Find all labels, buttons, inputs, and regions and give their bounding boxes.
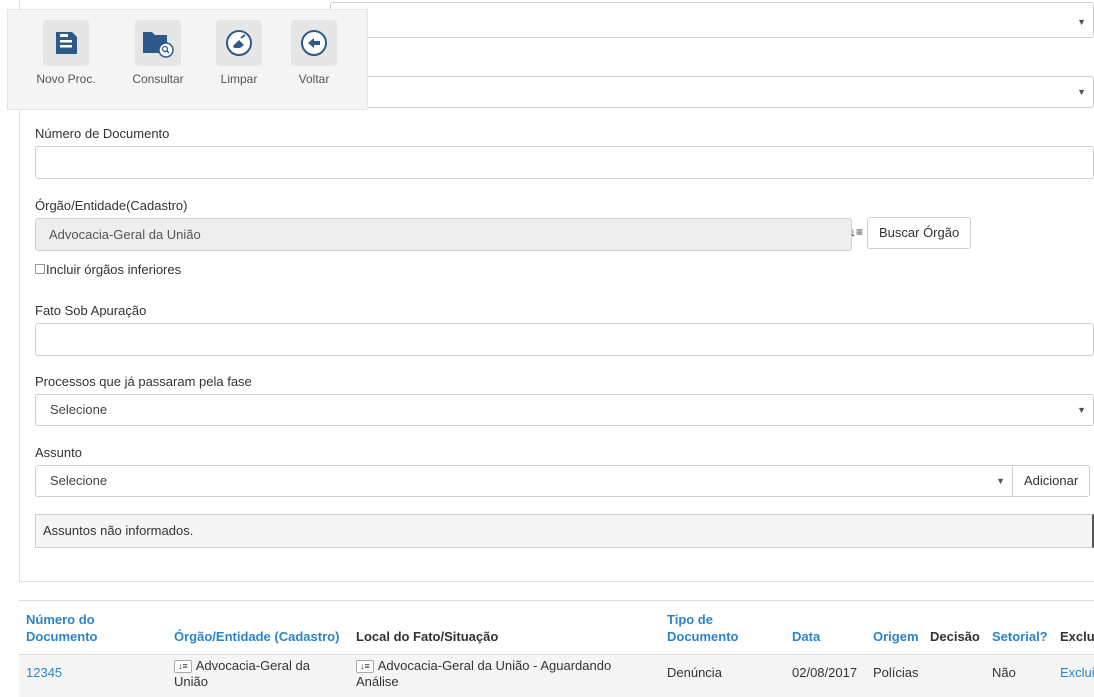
chevron-down-icon: ▼ (1077, 405, 1086, 415)
consult-label: Consultar (132, 72, 184, 86)
save-icon (43, 20, 89, 66)
new-process-label: Novo Proc. (36, 72, 96, 86)
consult-button[interactable]: Consultar (123, 20, 193, 86)
document-number-label: Número de Documento (35, 126, 170, 141)
results-table: Número do Documento Órgão/Entidade (Cada… (19, 600, 1094, 697)
clear-button[interactable]: Limpar (204, 20, 274, 86)
clear-label: Limpar (220, 72, 258, 86)
row-location: ↓≡ Advocacia-Geral da União - Aguardando … (356, 658, 626, 690)
subject-select[interactable]: Selecione ▼ (35, 465, 1013, 497)
row-origin: Polícias (873, 665, 919, 680)
add-subject-button[interactable]: Adicionar (1012, 465, 1091, 497)
back-button[interactable]: Voltar (279, 20, 349, 86)
header-decision: Decisão (930, 629, 980, 644)
fact-input[interactable] (35, 323, 1094, 356)
new-process-button[interactable]: Novo Proc. (31, 20, 101, 86)
back-arrow-icon (291, 20, 337, 66)
chevron-down-icon: ▼ (996, 476, 1005, 486)
row-sectoral: Não (992, 665, 1016, 680)
table-row: 12345 ↓≡ Advocacia-Geral da União ↓≡ Advoc… (19, 654, 1094, 697)
phase-label: Processos que já passaram pela fase (35, 374, 252, 389)
header-sectoral[interactable]: Setorial? (992, 628, 1048, 645)
row-document-number-link[interactable]: 12345 (26, 665, 62, 681)
document-number-input[interactable] (35, 146, 1094, 179)
row-document-type: Denúncia (667, 665, 722, 680)
include-lower-agencies-checkbox[interactable] (35, 264, 45, 274)
row-agency-text: Advocacia-Geral da União (174, 658, 310, 689)
chevron-down-icon: ▼ (1077, 87, 1086, 97)
eraser-icon (216, 20, 262, 66)
search-agency-button[interactable]: Buscar Órgão (867, 217, 972, 249)
subjects-message-box: Assuntos não informados. (35, 514, 1094, 548)
row-agency: ↓≡ Advocacia-Geral da União (174, 658, 324, 690)
include-lower-agencies-label: Incluir órgãos inferiores (46, 262, 182, 277)
sort-icon[interactable]: ↓≡ (850, 225, 863, 239)
row-location-text: Advocacia-Geral da União - Aguardando An… (356, 658, 612, 689)
agency-label: Órgão/Entidade(Cadastro) (35, 198, 188, 213)
chevron-down-icon: ▼ (1077, 17, 1086, 27)
agency-input: Advocacia-Geral da União (35, 218, 852, 251)
fact-label: Fato Sob Apuração (35, 303, 147, 318)
folder-search-icon (135, 20, 181, 66)
subject-select-value: Selecione (50, 473, 108, 488)
action-toolbar: Novo Proc. Consultar Limpar Voltar (7, 9, 368, 110)
phase-select-value: Selecione (50, 402, 108, 417)
top-select-2[interactable]: ▼ (330, 76, 1094, 108)
subjects-message: Assuntos não informados. (43, 523, 194, 538)
header-origin[interactable]: Origem (873, 628, 919, 645)
sort-icon: ↓≡ (356, 660, 374, 673)
header-date[interactable]: Data (792, 628, 820, 645)
header-agency[interactable]: Órgão/Entidade (Cadastro) (174, 628, 339, 645)
header-delete: Exclu (1060, 629, 1094, 644)
subject-label: Assunto (35, 445, 82, 460)
header-document-type[interactable]: Tipo de Documento (667, 611, 747, 645)
back-label: Voltar (298, 72, 330, 86)
phase-select[interactable]: Selecione ▼ (35, 394, 1094, 426)
row-date: 02/08/2017 (792, 665, 858, 680)
sort-icon: ↓≡ (174, 660, 192, 673)
top-select-1[interactable]: ▼ (330, 2, 1094, 38)
header-document-number[interactable]: Número do Documento (26, 611, 126, 645)
row-delete-link[interactable]: Exclui (1060, 665, 1094, 681)
header-location: Local do Fato/Situação (356, 629, 499, 644)
